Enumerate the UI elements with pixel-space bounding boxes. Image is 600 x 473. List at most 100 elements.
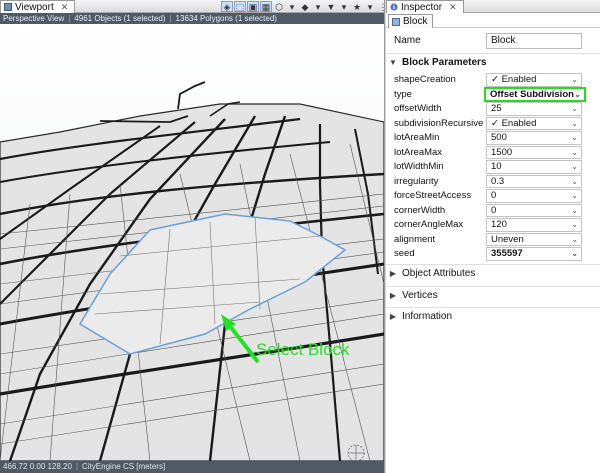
chevron-down-icon: ⌄: [571, 133, 578, 142]
irregularity-select[interactable]: 0.3 ⌄: [486, 174, 582, 188]
lotareamax-select[interactable]: 1500 ⌄: [486, 145, 582, 159]
param-label: cornerAngleMax: [394, 219, 464, 230]
object-count-text: 4961 Objects (1 selected): [74, 14, 166, 23]
chevron-down-icon: ⌄: [571, 249, 578, 258]
viewport-tab-label: Viewport: [15, 1, 54, 13]
bookmark-icon[interactable]: ▼: [325, 1, 337, 12]
block-subtab-label: Block: [403, 16, 428, 27]
param-row-cornerwidth: cornerWidth 0 ⌄: [386, 203, 600, 219]
selection-icon[interactable]: ⬚: [234, 1, 246, 12]
block-parameters-header[interactable]: ▼ Block Parameters: [386, 54, 600, 70]
vertices-title: Vertices: [402, 289, 438, 301]
lotwidthmin-select[interactable]: 10 ⌄: [486, 160, 582, 174]
chevron-down-icon[interactable]: ▾: [312, 1, 324, 12]
param-label: forceStreetAccess: [394, 190, 472, 201]
name-field[interactable]: Block: [486, 33, 582, 49]
param-value: Offset Subdivision: [490, 88, 574, 100]
forcestreetaccess-select[interactable]: 0 ⌄: [486, 189, 582, 203]
view-mode-icon[interactable]: ◈: [221, 1, 233, 12]
close-icon[interactable]: ✕: [61, 2, 69, 13]
param-row-lotareamax: lotAreaMax 1500 ⌄: [386, 145, 600, 161]
param-label: shapeCreation: [394, 74, 456, 85]
viewport-tab[interactable]: Viewport ✕: [0, 0, 76, 13]
block-icon: [392, 17, 400, 26]
chevron-down-icon: ⌄: [571, 234, 578, 244]
inspector-body: Name Block ▼ Block Parameters shapeCreat…: [386, 28, 600, 473]
viewport-icon: [4, 3, 12, 11]
type-select[interactable]: Offset Subdivision ⌄: [484, 86, 586, 102]
camera-icon[interactable]: ▣: [247, 1, 259, 12]
param-label: offsetWidth: [394, 103, 442, 114]
chevron-down-icon[interactable]: ▾: [338, 1, 350, 12]
viewport-scene[interactable]: [0, 24, 384, 461]
param-label: subdivisionRecursive: [394, 117, 484, 129]
inspector-panel: Inspector ✕ Block Name Block ▼ Block Par…: [386, 0, 600, 473]
corneranglemax-select[interactable]: 120 ⌄: [486, 218, 582, 232]
vertices-header[interactable]: ▶ Vertices: [386, 287, 600, 303]
param-row-type: type Offset Subdivision ⌄: [386, 86, 600, 102]
chevron-down-icon[interactable]: ▾: [286, 1, 298, 12]
name-label: Name: [394, 35, 421, 46]
chevron-down-icon[interactable]: ▼: [388, 58, 398, 67]
select-block-callout: Select Block: [256, 340, 350, 359]
param-label: seed: [394, 248, 415, 259]
chevron-down-icon: ⌄: [571, 205, 578, 215]
star-icon[interactable]: ★: [351, 1, 363, 12]
coordinates-text: 466.72 0.00 128.20: [3, 462, 72, 471]
param-label: cornerWidth: [394, 204, 446, 216]
object-attributes-header[interactable]: ▶ Object Attributes: [386, 265, 600, 281]
wireframe-icon[interactable]: ⬡: [273, 1, 285, 12]
chevron-down-icon: ⌄: [571, 220, 578, 229]
param-label: irregularity: [394, 175, 439, 187]
block-parameters-title: Block Parameters: [402, 56, 487, 68]
param-value: 500: [491, 132, 507, 143]
chevron-down-icon[interactable]: ▾: [364, 1, 376, 12]
shapecreation-select[interactable]: ✓ Enabled ⌄: [486, 73, 582, 87]
chevron-down-icon: ⌄: [571, 176, 578, 186]
block-subtab[interactable]: Block: [388, 14, 434, 28]
param-row-offsetwidth: offsetWidth 25 ⌄: [386, 102, 600, 117]
cornerwidth-select[interactable]: 0 ⌄: [486, 203, 582, 217]
param-value: 0.3: [491, 175, 505, 187]
param-label: type: [394, 88, 412, 100]
lotareamin-select[interactable]: 500 ⌄: [486, 131, 582, 145]
close-icon[interactable]: ✕: [449, 2, 457, 13]
coordinate-system-text: CityEngine CS [meters]: [82, 462, 166, 471]
param-value: ✓ Enabled: [491, 117, 537, 129]
param-value: Uneven: [491, 233, 524, 245]
param-row-corneranglemax: cornerAngleMax 120 ⌄: [386, 218, 600, 233]
information-header[interactable]: ▶ Information: [386, 308, 600, 324]
param-label: lotWidthMin: [394, 161, 444, 172]
chevron-down-icon: ⌄: [571, 118, 578, 128]
offsetwidth-select[interactable]: 25 ⌄: [486, 102, 582, 116]
param-value: 25: [491, 103, 502, 114]
chevron-right-icon[interactable]: ▶: [388, 269, 398, 278]
chevron-down-icon: ⌄: [571, 191, 578, 200]
alignment-select[interactable]: Uneven ⌄: [486, 232, 582, 246]
view-type-text: Perspective View: [3, 14, 65, 23]
param-row-irregularity: irregularity 0.3 ⌄: [386, 174, 600, 190]
viewport-tabbar: Viewport ✕ ◈ ⬚ ▣ ▦ ⬡ ▾ ◆ ▾ ▼ ▾ ★ ▾ ⋮ ▬ □: [0, 0, 412, 13]
seed-select[interactable]: 355597 ⌄: [486, 247, 582, 261]
viewport-panel: Viewport ✕ ◈ ⬚ ▣ ▦ ⬡ ▾ ◆ ▾ ▼ ▾ ★ ▾ ⋮ ▬ □…: [0, 0, 412, 473]
viewport-status-bar: 466.72 0.00 128.20 | CityEngine CS [meters…: [0, 461, 384, 473]
param-value: 355597: [491, 248, 523, 259]
subdivisionrecursive-select[interactable]: ✓ Enabled ⌄: [486, 116, 582, 130]
param-value: 0: [491, 190, 497, 201]
param-row-shapecreation: shapeCreation ✓ Enabled ⌄: [386, 73, 600, 88]
chevron-right-icon[interactable]: ▶: [388, 291, 398, 300]
inspector-tab[interactable]: Inspector ✕: [386, 0, 464, 13]
param-row-lotwidthmin: lotWidthMin 10 ⌄: [386, 160, 600, 175]
param-value: 0: [491, 204, 497, 216]
chevron-down-icon: ⌄: [574, 89, 581, 99]
layers-icon[interactable]: ◆: [299, 1, 311, 12]
param-row-seed: seed 355597 ⌄: [386, 247, 600, 262]
param-value: 1500: [491, 146, 513, 158]
param-row-subdivisionrecursive: subdivisionRecursive ✓ Enabled ⌄: [386, 116, 600, 132]
grid-icon[interactable]: ▦: [260, 1, 272, 12]
param-row-forcestreetaccess: forceStreetAccess 0 ⌄: [386, 189, 600, 204]
chevron-right-icon[interactable]: ▶: [388, 312, 398, 321]
chevron-down-icon: ⌄: [571, 147, 578, 157]
viewport-info-bar: Perspective View | 4961 Objects (1 selecte…: [0, 13, 384, 24]
inspector-subtabbar: Block: [386, 13, 600, 28]
